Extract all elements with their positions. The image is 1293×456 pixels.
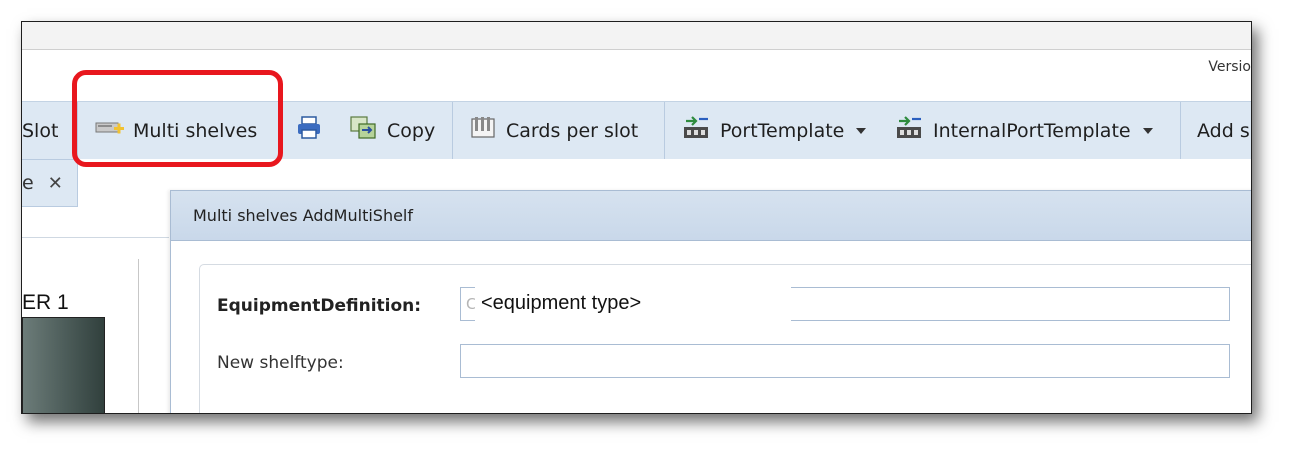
rack-label: ER 1 bbox=[22, 291, 69, 314]
chevron-down-icon bbox=[1142, 127, 1153, 134]
left-panel-header bbox=[22, 207, 169, 238]
toolbar-slot-label: Slot bbox=[22, 119, 59, 142]
add-button[interactable]: Add s bbox=[1197, 102, 1250, 159]
toolbar-separator bbox=[1180, 102, 1181, 159]
add-button-label: Add s bbox=[1197, 119, 1250, 142]
internal-port-template-dropdown[interactable]: InternalPortTemplate bbox=[895, 102, 1153, 159]
equipment-type-annotation: <equipment type> bbox=[475, 285, 791, 321]
new-shelftype-field[interactable] bbox=[460, 344, 1230, 378]
print-button[interactable] bbox=[296, 102, 330, 159]
internal-port-template-icon bbox=[895, 115, 925, 146]
callout-highlight bbox=[72, 70, 283, 167]
copy-icon bbox=[349, 115, 379, 146]
cards-per-slot-button[interactable]: Cards per slot bbox=[470, 102, 638, 159]
rack-graphic[interactable] bbox=[22, 317, 105, 413]
left-panel-divider bbox=[138, 259, 139, 413]
port-template-label: PortTemplate bbox=[720, 119, 845, 142]
print-icon bbox=[296, 116, 322, 145]
copy-label: Copy bbox=[387, 119, 436, 142]
new-shelftype-label: New shelftype: bbox=[217, 353, 344, 373]
left-panel: ER 1 bbox=[22, 207, 169, 413]
equipment-definition-label: EquipmentDefinition: bbox=[217, 296, 422, 316]
cards-icon bbox=[470, 115, 498, 146]
tab-active[interactable]: e ✕ bbox=[22, 159, 78, 207]
cards-per-slot-label: Cards per slot bbox=[506, 119, 639, 142]
internal-port-template-label: InternalPortTemplate bbox=[933, 119, 1131, 142]
chevron-down-icon bbox=[856, 127, 867, 134]
dialog-form: EquipmentDefinition: C <equipment type> … bbox=[199, 264, 1251, 413]
dialog-title: Multi shelves AddMultiShelf bbox=[193, 206, 413, 225]
toolbar-separator bbox=[452, 102, 453, 159]
port-template-dropdown[interactable]: PortTemplate bbox=[682, 102, 867, 159]
toolbar-slot-button[interactable]: Slot bbox=[22, 102, 58, 159]
tab-label: e bbox=[22, 172, 34, 194]
copy-button[interactable]: Copy bbox=[349, 102, 435, 159]
version-label: Versio bbox=[1208, 59, 1251, 75]
port-template-icon bbox=[682, 115, 712, 146]
toolbar-separator bbox=[664, 102, 665, 159]
close-icon[interactable]: ✕ bbox=[48, 173, 63, 194]
top-strip bbox=[22, 22, 1251, 50]
equipment-type-annotation-text: <equipment type> bbox=[481, 291, 642, 314]
add-multi-shelf-dialog: Multi shelves AddMultiShelf EquipmentDef… bbox=[170, 190, 1251, 413]
dialog-title-bar[interactable]: Multi shelves AddMultiShelf bbox=[171, 191, 1251, 241]
